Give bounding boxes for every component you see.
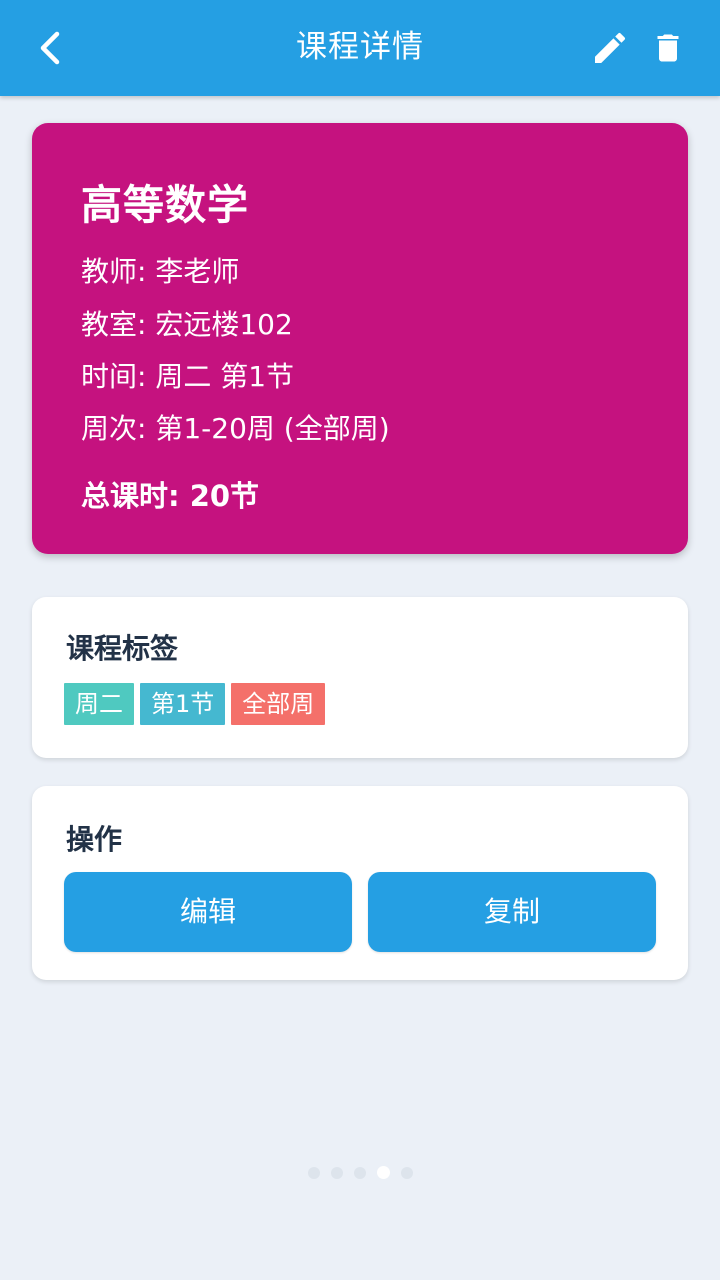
teacher-text: 教师: 李老师	[81, 255, 240, 288]
page-indicator	[0, 1166, 720, 1179]
trash-icon	[657, 34, 679, 62]
page-dot	[307, 1167, 320, 1179]
time-text: 时间: 周二 第1节	[81, 360, 295, 393]
app-bar: 课程详情	[0, 0, 720, 96]
tag-weeks: 全部周	[231, 683, 326, 725]
tag-list: 周二 第1节 全部周	[64, 683, 326, 725]
delete-button[interactable]	[644, 24, 692, 72]
page-dot-active	[376, 1166, 390, 1179]
edit-course-button[interactable]: 编辑	[64, 872, 352, 952]
weeks-text: 周次: 第1-20周 (全部周)	[81, 412, 390, 445]
page-dot	[330, 1167, 343, 1179]
tags-heading: 课程标签	[66, 632, 179, 665]
pencil-icon	[595, 32, 626, 63]
edit-button[interactable]	[586, 24, 634, 72]
total-hours-text: 总课时: 20节	[81, 479, 260, 513]
page-dot	[400, 1167, 413, 1179]
tag-period: 第1节	[140, 683, 226, 725]
tags-panel: 课程标签 周二 第1节 全部周	[32, 597, 688, 758]
actions-panel: 操作 编辑 复制	[32, 786, 688, 980]
actions-heading: 操作	[66, 823, 123, 856]
tag-weekday: 周二	[64, 683, 134, 725]
course-name: 高等数学	[81, 181, 249, 229]
classroom-text: 教室: 宏远楼102	[81, 308, 293, 341]
page-dot	[353, 1167, 366, 1179]
course-info-card: 高等数学 教师: 李老师 教室: 宏远楼102 时间: 周二 第1节 周次: 第…	[32, 123, 688, 554]
copy-course-button[interactable]: 复制	[368, 872, 656, 952]
